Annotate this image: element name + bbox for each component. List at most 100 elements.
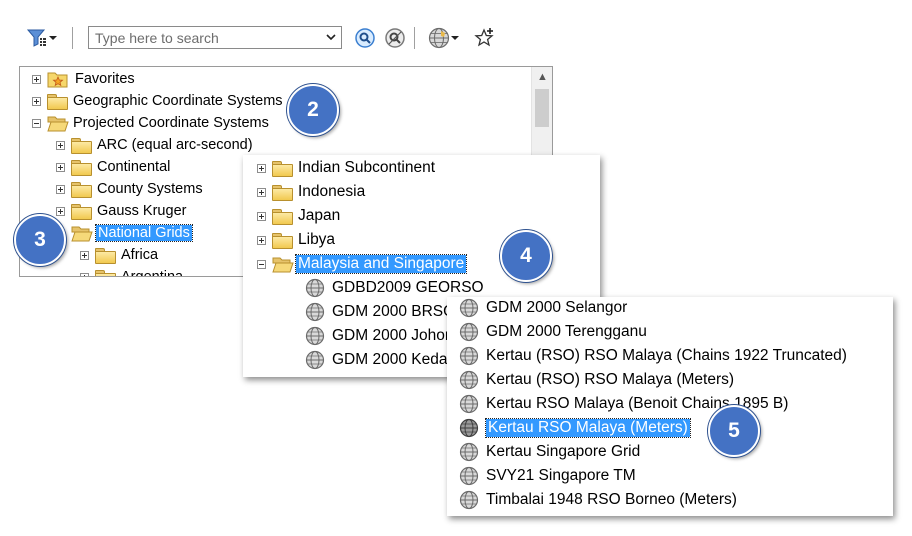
tree-item-county-systems[interactable]: County Systems: [56, 178, 203, 200]
expand-icon[interactable]: [257, 235, 266, 245]
add-favorite-icon: [474, 28, 494, 47]
globe-icon: [459, 346, 479, 366]
globe-icon: [459, 466, 479, 486]
tree-item-label: Japan: [298, 207, 341, 224]
tree-item-malaysia-and-singapore[interactable]: Malaysia and Singapore: [257, 253, 468, 275]
zoomed-malaysia-singapore-panel: GDM 2000 Selangor GDM 2000 Terengganu Ke…: [447, 297, 893, 516]
expand-icon[interactable]: [80, 250, 89, 260]
globe-icon: [459, 442, 479, 462]
collapse-icon[interactable]: [32, 118, 41, 128]
expand-icon[interactable]: [257, 163, 266, 173]
callout-step-5: 5: [708, 405, 760, 457]
tree-item-kertau-rso-malaya-meters[interactable]: Kertau RSO Malaya (Meters): [459, 417, 691, 439]
add-to-favorites-button[interactable]: [472, 26, 496, 50]
tree-item-favorites[interactable]: Favorites: [32, 68, 135, 90]
callout-number: 3: [34, 228, 46, 251]
tree-item-label: County Systems: [97, 181, 203, 197]
tree-item-geographic-coordinate-systems[interactable]: Geographic Coordinate Systems: [32, 90, 283, 112]
tree-item-gdm-2000-kedah[interactable]: GDM 2000 Kedah: [305, 349, 456, 371]
tree-item-label: Malaysia and Singapore: [294, 254, 468, 274]
globe-icon: [305, 278, 325, 298]
tree-item-label: GDM 2000 Johor: [332, 327, 451, 344]
expand-icon[interactable]: [32, 96, 41, 106]
tree-item-gdbd2009-georso[interactable]: GDBD2009 GEORSO: [305, 277, 484, 299]
callout-number: 2: [307, 98, 319, 121]
tree-item-timbalai-1948[interactable]: Timbalai 1948 RSO Borneo (Meters): [459, 489, 737, 511]
expand-icon[interactable]: [80, 272, 89, 276]
expand-icon[interactable]: [257, 211, 266, 221]
folder-icon: [95, 269, 116, 276]
search-placeholder: Type here to search: [95, 29, 219, 46]
tree-item-gdm-2000-johor[interactable]: GDM 2000 Johor: [305, 325, 450, 347]
scroll-up-icon[interactable]: ▲: [537, 71, 548, 83]
callout-step-4: 4: [500, 230, 552, 282]
tree-item-gauss-kruger[interactable]: Gauss Kruger: [56, 200, 186, 222]
collapse-icon[interactable]: [257, 259, 266, 269]
open-folder-icon: [47, 116, 69, 131]
tree-item-label: Kertau Singapore Grid: [486, 443, 641, 460]
tree-item-label: GDM 2000 BRSO: [332, 303, 456, 320]
tree-item-national-grids[interactable]: National Grids: [71, 222, 193, 244]
globe-icon: [459, 490, 479, 510]
globe-icon: [305, 350, 325, 370]
callout-step-3: 3: [14, 214, 66, 266]
chevron-down-icon: [49, 36, 57, 40]
tree-item-gdm-2000-selangor[interactable]: GDM 2000 Selangor: [459, 297, 627, 319]
open-folder-icon: [272, 257, 294, 272]
tree-item-label: Timbalai 1948 RSO Borneo (Meters): [486, 491, 737, 508]
toolbar-divider: [414, 27, 415, 49]
tree-item-label: ARC (equal arc-second): [97, 137, 253, 153]
tree-item-label: SVY21 Singapore TM: [486, 467, 636, 484]
filter-button[interactable]: [22, 27, 62, 49]
tree-item-label: Indian Subcontinent: [298, 159, 436, 176]
expand-icon[interactable]: [56, 206, 65, 216]
tree-item-label: Indonesia: [298, 183, 366, 200]
globe-icon: [305, 302, 325, 322]
folder-icon: [71, 137, 92, 154]
tree-item-label: Libya: [298, 231, 336, 248]
toolbar: Type here to search: [22, 24, 502, 54]
globe-icon: [305, 326, 325, 346]
tree-item-kertau-rso-chains-1922[interactable]: Kertau (RSO) RSO Malaya (Chains 1922 Tru…: [459, 345, 847, 367]
tree-item-projected-coordinate-systems[interactable]: Projected Coordinate Systems: [32, 112, 269, 134]
chevron-down-icon: [451, 36, 459, 40]
expand-icon[interactable]: [32, 74, 41, 84]
chevron-down-icon[interactable]: [325, 30, 337, 44]
tree-item-arc[interactable]: ARC (equal arc-second): [56, 134, 253, 156]
tree-item-label: Kertau RSO Malaya (Meters): [485, 418, 691, 438]
tree-item-label: GDM 2000 Kedah: [332, 351, 457, 368]
tree-item-label: GDM 2000 Selangor: [486, 299, 628, 316]
tree-item-africa[interactable]: Africa: [80, 244, 158, 266]
search-button[interactable]: [354, 26, 376, 50]
tree-item-label: GDBD2009 GEORSO: [332, 279, 484, 296]
expand-icon[interactable]: [56, 140, 65, 150]
tree-item-label: Projected Coordinate Systems: [73, 115, 269, 131]
tree-item-continental[interactable]: Continental: [56, 156, 170, 178]
tree-item-argentina[interactable]: Argentina: [80, 266, 183, 276]
coordinate-system-dropdown[interactable]: [424, 26, 464, 50]
tree-item-japan[interactable]: Japan: [257, 205, 340, 227]
tree-item-svy21-singapore-tm[interactable]: SVY21 Singapore TM: [459, 465, 636, 487]
folder-icon: [272, 160, 293, 177]
folder-icon: [272, 208, 293, 225]
tree-item-label: Kertau (RSO) RSO Malaya (Meters): [486, 371, 735, 388]
expand-icon[interactable]: [56, 162, 65, 172]
scrollbar-thumb[interactable]: [535, 89, 549, 127]
callout-number: 4: [520, 244, 532, 267]
tree-item-libya[interactable]: Libya: [257, 229, 335, 251]
tree-item-indian-subcontinent[interactable]: Indian Subcontinent: [257, 157, 435, 179]
clear-search-button[interactable]: [384, 26, 406, 50]
globe-icon: [428, 27, 450, 49]
tree-item-kertau-rso-meters[interactable]: Kertau (RSO) RSO Malaya (Meters): [459, 369, 734, 391]
tree-item-gdm-2000-terengganu[interactable]: GDM 2000 Terengganu: [459, 321, 647, 343]
tree-item-indonesia[interactable]: Indonesia: [257, 181, 365, 203]
expand-icon[interactable]: [56, 184, 65, 194]
folder-icon: [71, 203, 92, 220]
search-input[interactable]: Type here to search: [88, 26, 342, 49]
tree-item-label: National Grids: [95, 224, 193, 242]
tree-item-gdm-2000-brso[interactable]: GDM 2000 BRSO: [305, 301, 455, 323]
globe-icon: [459, 322, 479, 342]
favorites-folder-icon: [47, 72, 68, 87]
tree-item-kertau-singapore-grid[interactable]: Kertau Singapore Grid: [459, 441, 640, 463]
expand-icon[interactable]: [257, 187, 266, 197]
